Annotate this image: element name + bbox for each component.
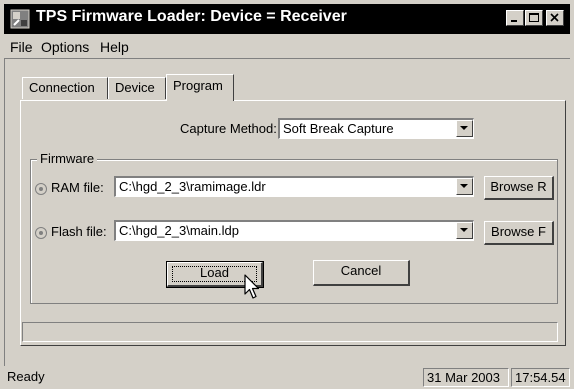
menu-bar: File Options Help — [4, 36, 570, 58]
capture-method-value: Soft Break Capture — [283, 121, 394, 136]
browse-flash-label: Browse F — [491, 224, 546, 239]
close-button[interactable] — [546, 10, 564, 26]
ram-file-value: C:\hgd_2_3\ramimage.ldr — [119, 179, 266, 194]
tab-program[interactable]: Program — [166, 74, 234, 101]
firmware-app-icon — [10, 9, 30, 29]
menu-options[interactable]: Options — [41, 39, 89, 55]
status-date: 31 Mar 2003 — [423, 368, 509, 387]
progress-bar — [22, 322, 558, 342]
tab-connection[interactable]: Connection — [22, 77, 108, 99]
cancel-button[interactable]: Cancel — [313, 260, 410, 286]
menu-help[interactable]: Help — [100, 39, 129, 55]
chevron-down-icon — [460, 228, 468, 232]
firmware-group-label: Firmware — [37, 151, 98, 166]
browse-flash-button[interactable]: Browse F — [484, 221, 554, 245]
flash-file-label: Flash file: — [51, 224, 107, 239]
ram-file-select[interactable]: C:\hgd_2_3\ramimage.ldr — [114, 176, 474, 197]
ram-file-radio[interactable] — [35, 183, 47, 195]
window-title: TPS Firmware Loader: Device = Receiver — [36, 8, 347, 25]
status-time: 17:54.54 — [511, 368, 570, 387]
capture-method-dropdown-button[interactable] — [456, 120, 473, 137]
chevron-down-icon — [460, 184, 468, 188]
browse-ram-label: Browse R — [490, 179, 547, 194]
flash-file-radio[interactable] — [35, 227, 47, 239]
cancel-button-label: Cancel — [340, 263, 382, 278]
browse-ram-button[interactable]: Browse R — [484, 176, 554, 200]
minimize-button[interactable] — [506, 10, 524, 26]
menu-file[interactable]: File — [10, 39, 33, 55]
chevron-down-icon — [460, 126, 468, 130]
tab-device[interactable]: Device — [108, 77, 166, 99]
ram-file-label: RAM file: — [51, 180, 104, 195]
mouse-pointer-icon — [244, 274, 260, 299]
maximize-button[interactable] — [525, 10, 543, 26]
close-icon — [550, 13, 559, 22]
minimize-icon — [511, 20, 517, 22]
flash-file-dropdown-button[interactable] — [456, 222, 473, 239]
ram-file-dropdown-button[interactable] — [456, 178, 473, 195]
flash-file-value: C:\hgd_2_3\main.ldp — [119, 223, 239, 238]
flash-file-select[interactable]: C:\hgd_2_3\main.ldp — [114, 220, 474, 241]
title-bar[interactable]: TPS Firmware Loader: Device = Receiver — [4, 4, 570, 34]
maximize-icon — [529, 13, 539, 22]
status-text: Ready — [7, 369, 45, 384]
capture-method-select[interactable]: Soft Break Capture — [278, 118, 474, 139]
